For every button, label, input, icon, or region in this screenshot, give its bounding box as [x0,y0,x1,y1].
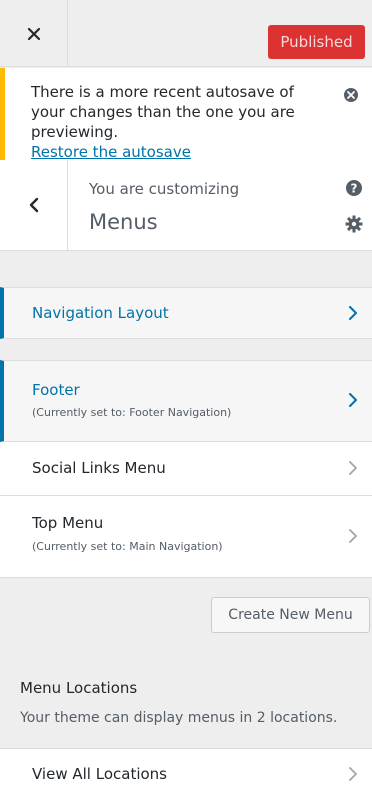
section-header: You are customizing Menus ? [0,160,372,251]
section-title: Menus [89,210,158,234]
customizing-label: You are customizing [89,180,240,198]
chevron-right-icon [349,306,357,320]
chevron-left-icon [29,197,38,213]
chevron-right-icon [349,529,357,543]
autosave-notice-text: There is a more recent autosave of your … [31,83,295,141]
menu-label: Social Links Menu [32,459,166,477]
menu-locations-title: Menu Locations [20,679,138,697]
published-button[interactable]: Published [268,25,365,59]
chevron-right-icon [349,393,357,407]
view-all-locations[interactable]: View All Locations [0,748,372,798]
dismiss-notice-icon[interactable] [342,86,360,104]
back-button[interactable] [0,160,68,250]
menu-location-note: (Currently set to: Footer Navigation) [32,406,232,419]
panel-navigation-layout[interactable]: Navigation Layout [0,287,372,339]
chevron-right-icon [349,461,357,475]
menu-footer[interactable]: Footer (Currently set to: Footer Navigat… [0,360,372,442]
customizer-header: Published [0,0,372,67]
menu-social-links[interactable]: Social Links Menu [0,442,372,496]
help-icon[interactable]: ? [345,179,363,197]
view-all-locations-label: View All Locations [32,765,167,783]
panel-label: Navigation Layout [32,304,169,322]
close-customizer-button[interactable] [0,0,68,67]
chevron-right-icon [349,767,357,781]
menu-label: Top Menu [32,514,104,532]
create-new-menu-button[interactable]: Create New Menu [211,597,370,633]
menu-location-note: (Currently set to: Main Navigation) [32,540,223,553]
autosave-notice: There is a more recent autosave of your … [0,68,372,161]
menu-locations-description: Your theme can display menus in 2 locati… [20,710,338,726]
gear-icon[interactable] [345,215,363,233]
close-icon [27,27,40,40]
menu-label: Footer [32,381,80,399]
svg-text:?: ? [351,182,358,196]
menu-top[interactable]: Top Menu (Currently set to: Main Navigat… [0,496,372,578]
restore-autosave-link[interactable]: Restore the autosave [31,143,191,161]
